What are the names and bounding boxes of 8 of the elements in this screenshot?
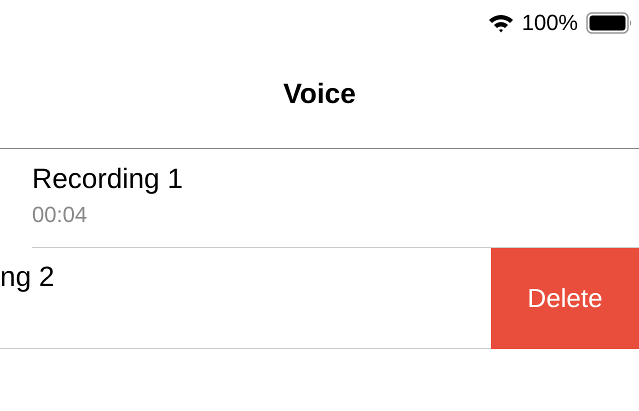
- battery-icon: [586, 12, 633, 34]
- recording-name: Recording 1: [32, 164, 184, 194]
- recording-name: ng 2: [0, 261, 54, 292]
- navigation-title: Voice: [283, 78, 356, 110]
- delete-button[interactable]: Delete: [491, 248, 639, 349]
- wifi-icon: [488, 12, 514, 32]
- battery-percentage: 100%: [522, 12, 578, 34]
- recording-duration: 00:04: [32, 202, 88, 228]
